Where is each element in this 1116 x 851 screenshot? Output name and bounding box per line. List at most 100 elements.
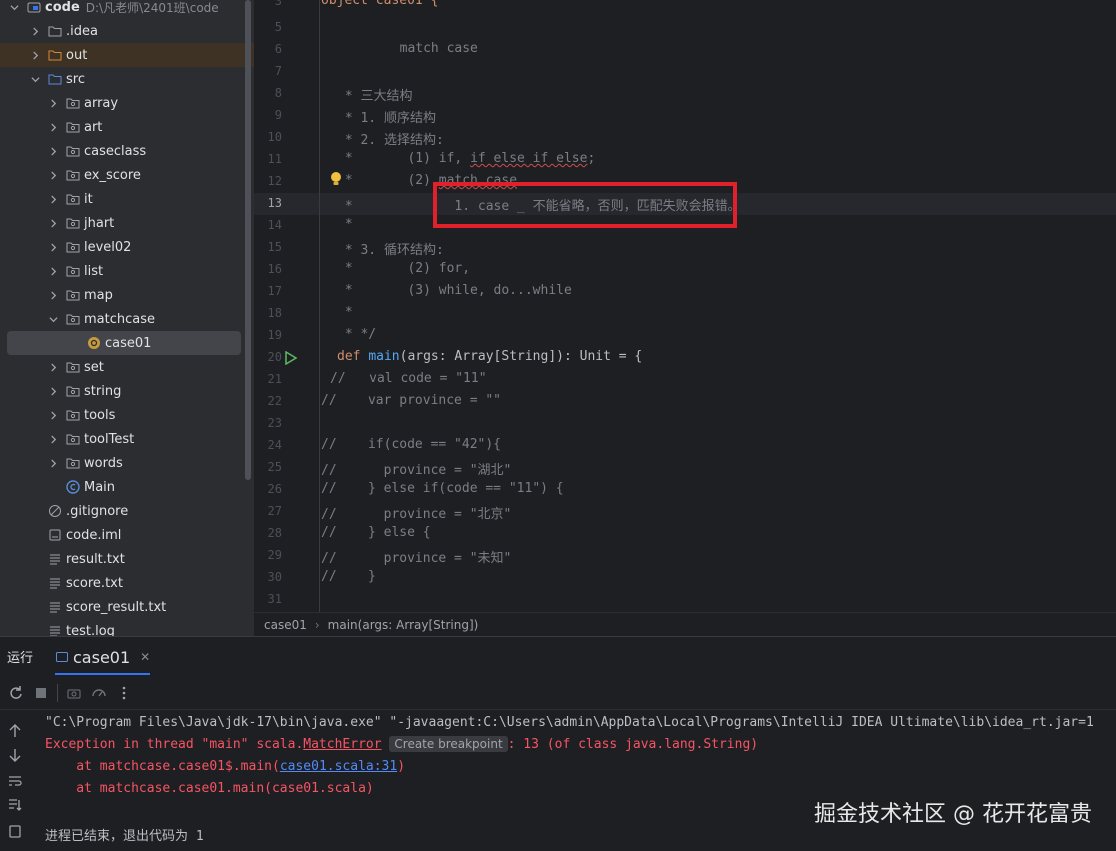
line-number: 8 xyxy=(274,86,282,100)
chevron-down-icon[interactable] xyxy=(48,314,58,324)
chevron-right-icon[interactable] xyxy=(30,26,40,36)
line-number: 20 xyxy=(267,350,282,364)
create-breakpoint-button[interactable]: Create breakpoint xyxy=(389,736,508,752)
tree-item-label: result.txt xyxy=(66,551,125,567)
code-editor[interactable]: 3 5 6 7 8 9 10 11 12 13 14 15 16 17 18 1… xyxy=(254,0,1116,612)
console-output[interactable]: "C:\Program Files\Java\jdk-17\bin\java.e… xyxy=(45,711,1116,851)
line-number: 26 xyxy=(267,482,282,496)
tree-item-gitignore[interactable]: .gitignore xyxy=(48,499,254,523)
tree-item-label: array xyxy=(84,95,119,111)
code-line-25: // province = "湖北" xyxy=(321,463,512,478)
package-icon xyxy=(66,168,80,182)
tree-item-list[interactable]: list xyxy=(48,259,254,283)
tree-item-tooltest[interactable]: toolTest xyxy=(48,427,254,451)
chevron-right-icon[interactable] xyxy=(48,98,58,108)
soft-wrap-icon[interactable] xyxy=(7,773,23,789)
tree-item-result-txt[interactable]: result.txt xyxy=(48,547,254,571)
rerun-icon[interactable] xyxy=(7,684,25,702)
tree-item-label: list xyxy=(84,263,104,279)
source-link[interactable]: case01.scala:31 xyxy=(280,759,397,774)
package-icon xyxy=(66,384,80,398)
exception-class-link[interactable]: MatchError xyxy=(303,737,381,752)
tree-item-string[interactable]: string xyxy=(48,379,254,403)
tree-item-label: caseclass xyxy=(84,143,147,159)
chevron-right-icon[interactable] xyxy=(48,458,58,468)
breadcrumb-method[interactable]: main(args: Array[String]) xyxy=(328,618,479,632)
console-text: at matchcase.case01$.main( xyxy=(45,759,280,774)
chevron-right-icon[interactable] xyxy=(30,50,40,60)
tree-item-score-txt[interactable]: score.txt xyxy=(48,571,254,595)
scroll-to-end-icon[interactable] xyxy=(7,797,23,813)
tree-item-set[interactable]: set xyxy=(48,355,254,379)
chevron-right-icon[interactable] xyxy=(48,218,58,228)
console-text: Exception in thread "main" scala. xyxy=(45,737,304,752)
line-number: 27 xyxy=(267,504,282,518)
tree-item-code-iml[interactable]: code.iml xyxy=(48,523,254,547)
code-function-name: main xyxy=(368,349,400,364)
chevron-right-icon[interactable] xyxy=(48,194,58,204)
chevron-right-icon[interactable] xyxy=(48,266,58,276)
line-number: 10 xyxy=(267,130,282,144)
camera-icon[interactable] xyxy=(65,684,83,702)
tree-item-ex-score[interactable]: ex_score xyxy=(48,163,254,187)
chevron-right-icon[interactable] xyxy=(48,170,58,180)
stop-icon[interactable] xyxy=(32,684,50,702)
tree-item-tools[interactable]: tools xyxy=(48,403,254,427)
tree-item-it[interactable]: it xyxy=(48,187,254,211)
code-keyword: def xyxy=(337,349,369,364)
run-gutter-icon[interactable] xyxy=(284,350,298,366)
chevron-right-icon[interactable] xyxy=(48,434,58,444)
close-icon[interactable]: ✕ xyxy=(140,650,150,664)
code-text: (args: Array[String]): Unit = { xyxy=(399,349,643,364)
tree-item-score-result-txt[interactable]: score_result.txt xyxy=(48,595,254,619)
tree-scrollbar[interactable] xyxy=(245,0,251,480)
tab-case01[interactable]: case01 ✕ xyxy=(55,643,151,675)
line-number: 12 xyxy=(267,174,282,188)
chevron-right-icon[interactable] xyxy=(48,290,58,300)
tree-item-level02[interactable]: level02 xyxy=(48,235,254,259)
code-text: ; xyxy=(587,151,596,166)
chevron-right-icon[interactable] xyxy=(48,362,58,372)
tree-item-src[interactable]: src xyxy=(30,67,254,91)
project-tool-window: code D:\凡老师\2401班\code .idea out src arr… xyxy=(0,0,254,636)
tree-item-art[interactable]: art xyxy=(48,115,254,139)
tree-item-case01[interactable]: case01 xyxy=(7,331,241,355)
tree-item-out[interactable]: out xyxy=(0,43,254,67)
text-file-icon xyxy=(48,552,62,566)
code-line-17: * (3) while, do...while xyxy=(337,283,572,298)
tree-item-jhart[interactable]: jhart xyxy=(48,211,254,235)
chevron-down-icon[interactable] xyxy=(9,2,19,12)
tree-root[interactable]: code D:\凡老师\2401班\code xyxy=(9,0,254,19)
chevron-right-icon[interactable] xyxy=(48,386,58,396)
tree-root-path: D:\凡老师\2401班\code xyxy=(85,0,219,15)
tree-item-caseclass[interactable]: caseclass xyxy=(48,139,254,163)
code-line-20: def main(args: Array[String]): Unit = { xyxy=(337,349,642,364)
tree-item-test-log[interactable]: test.log xyxy=(48,619,254,636)
chevron-right-icon[interactable] xyxy=(48,122,58,132)
tree-item-main[interactable]: Main xyxy=(66,475,254,499)
breadcrumb-file[interactable]: case01 xyxy=(264,618,307,632)
chevron-right-icon[interactable] xyxy=(48,242,58,252)
chevron-right-icon[interactable] xyxy=(48,146,58,156)
text-file-icon xyxy=(48,576,62,590)
tree-item-label: .gitignore xyxy=(66,503,129,519)
tree-item-array[interactable]: array xyxy=(48,91,254,115)
line-number: 19 xyxy=(267,328,282,342)
tree-item-words[interactable]: words xyxy=(48,451,254,475)
code-line-15: * 3. 循环结构: xyxy=(337,243,444,258)
tree-item-map[interactable]: map xyxy=(48,283,254,307)
tree-item-label: ex_score xyxy=(84,167,141,183)
arrow-down-icon[interactable] xyxy=(7,747,23,763)
more-options-icon[interactable] xyxy=(115,684,133,702)
line-number-current: 13 xyxy=(267,196,282,210)
tree-item-idea[interactable]: .idea xyxy=(30,19,254,43)
clear-console-icon[interactable] xyxy=(7,823,23,839)
chevron-right-icon[interactable] xyxy=(48,410,58,420)
tree-item-matchcase[interactable]: matchcase xyxy=(48,307,254,331)
code-text: * (1) if, xyxy=(337,151,471,166)
profiler-icon[interactable] xyxy=(90,684,108,702)
arrow-up-icon[interactable] xyxy=(7,723,23,739)
lightbulb-icon[interactable] xyxy=(329,171,343,187)
package-icon xyxy=(66,144,80,158)
chevron-down-icon[interactable] xyxy=(30,74,40,84)
